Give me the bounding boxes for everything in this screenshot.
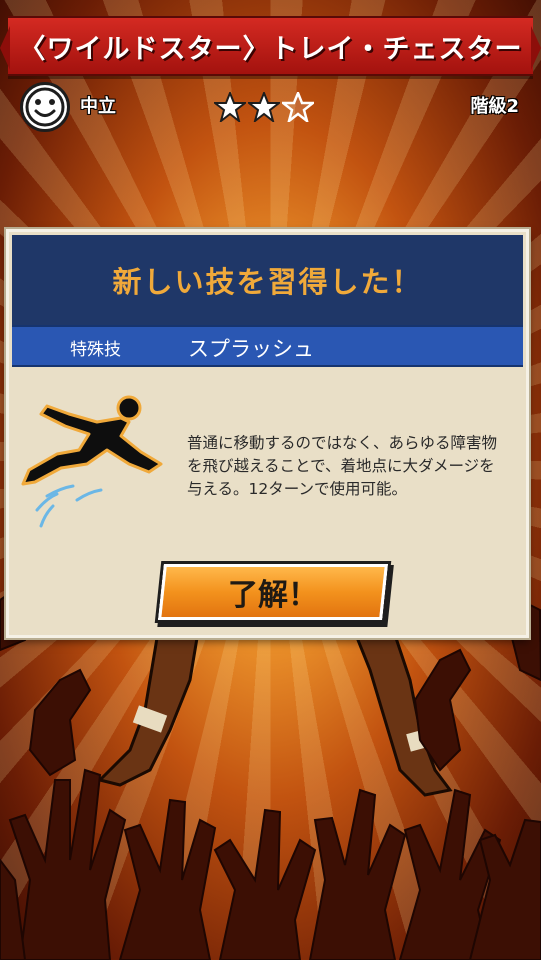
dialog-title: 新しい技を習得した！ <box>112 265 423 299</box>
skill-name: スプラッシュ <box>188 337 314 361</box>
character-name-banner: 〈ワイルドスター〉トレイ・チェスター <box>0 16 541 76</box>
alignment-avatar <box>20 82 70 132</box>
ok-button-label: 了解！ <box>228 578 318 613</box>
dialog-header: 新しい技を習得した！ <box>12 235 523 325</box>
skill-info-bar: 特殊技 スプラッシュ <box>12 325 523 367</box>
skill-description: 普通に移動するのではなく、あらゆる障害物を飛び越えることで、着地点に大ダメージを… <box>187 434 498 498</box>
star-icon <box>248 92 280 122</box>
star-rating <box>214 92 314 122</box>
ok-button[interactable]: 了解！ <box>158 564 388 620</box>
rank-label: 階級 <box>470 96 507 117</box>
alignment-label: 中立 <box>80 96 116 117</box>
star-outline-icon <box>282 92 314 122</box>
skill-type: 特殊技 <box>70 340 121 360</box>
star-icon <box>214 92 246 122</box>
rank-display: 階級2 <box>470 92 519 118</box>
character-name: 〈ワイルドスター〉トレイ・チェスター <box>18 33 523 65</box>
rank-value: 2 <box>506 96 519 117</box>
new-skill-dialog: 新しい技を習得した！ 特殊技 スプラッシュ 普通に移動するのではなく、あらゆる障… <box>6 229 529 638</box>
leaping-figure-icon <box>21 395 163 528</box>
smiley-face-icon <box>25 87 65 127</box>
